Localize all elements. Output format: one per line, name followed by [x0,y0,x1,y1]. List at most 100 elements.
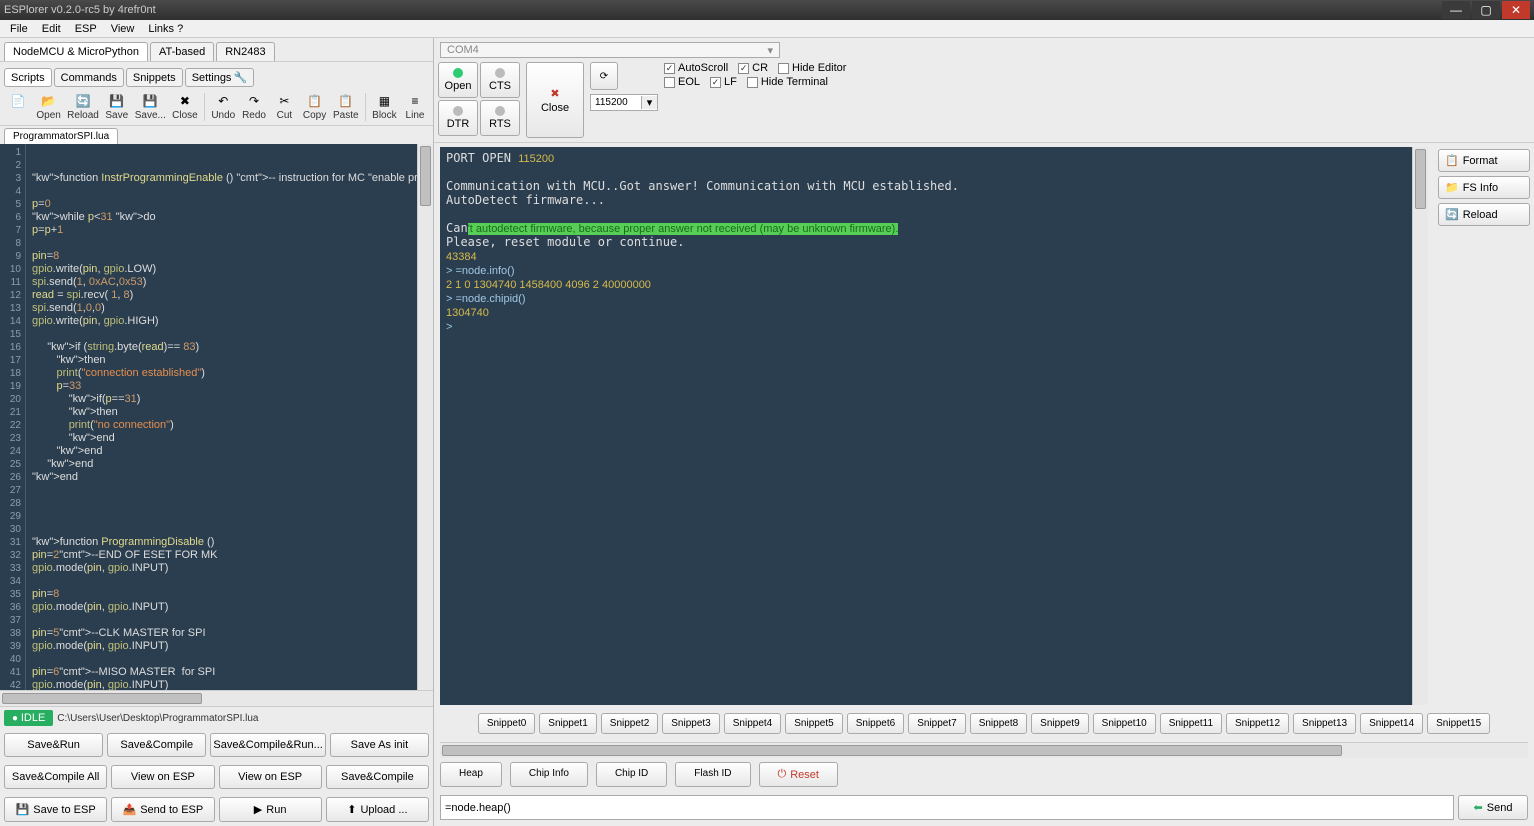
snippet-6[interactable]: Snippet6 [847,713,904,734]
file-path: C:\Users\User\Desktop\ProgrammatorSPI.lu… [57,713,258,724]
menu-file[interactable]: File [4,22,34,36]
send-button[interactable]: ⬅Send [1458,795,1528,820]
dtr-button[interactable]: DTR [438,100,478,136]
menu-links[interactable]: Links ? [142,22,189,36]
action-run[interactable]: ▶Run [219,797,322,822]
baud-select[interactable]: ▾ [590,94,658,111]
snippet-4[interactable]: Snippet4 [724,713,781,734]
redo-icon: ↷ [246,93,262,109]
snippet-11[interactable]: Snippet11 [1160,713,1222,734]
editor-scrollbar-h[interactable] [0,690,433,706]
autoscroll-checkbox[interactable]: ✓AutoScroll [664,62,728,74]
action-savecompile[interactable]: Save&Compile [107,733,206,757]
cr-checkbox[interactable]: ✓CR [738,62,768,74]
lf-checkbox[interactable]: ✓LF [710,76,737,88]
open-led-icon [453,68,463,78]
action-sendtoesp[interactable]: 📤Send to ESP [111,797,214,822]
code-content[interactable]: "kw">function InstrProgrammingEnable () … [26,144,433,690]
mode-tab-2[interactable]: RN2483 [216,42,274,61]
action-savecompileall[interactable]: Save&Compile All [4,765,107,789]
hideeditor-checkbox[interactable]: Hide Editor [778,62,846,74]
maximize-button[interactable]: ▢ [1472,1,1500,19]
eol-checkbox[interactable]: EOL [664,76,700,88]
snippet-10[interactable]: Snippet10 [1093,713,1156,734]
snippet-5[interactable]: Snippet5 [785,713,842,734]
action-savecompile[interactable]: Save&Compile [326,765,429,789]
close-window-button[interactable]: ✕ [1502,1,1530,19]
action-upload[interactable]: ⬆Upload ... [326,797,429,822]
toolbar-reload[interactable]: 🔄Reload [65,91,101,123]
sub-tab-snippets[interactable]: Snippets [126,68,183,87]
action-viewonesp[interactable]: View on ESP [219,765,322,789]
file-tab[interactable]: ProgrammatorSPI.lua [4,128,118,144]
menu-esp[interactable]: ESP [69,22,103,36]
action-buttons-2: Save&Compile AllView on ESPView on ESPSa… [0,761,433,793]
reload-icon: 🔄 [1445,208,1459,221]
editor-scrollbar-v[interactable] [417,144,433,690]
cts-button[interactable]: CTS [480,62,520,98]
action-savetoesp[interactable]: 💾Save to ESP [4,797,107,822]
snippet-buttons: Snippet0Snippet1Snippet2Snippet3Snippet4… [434,705,1534,742]
sub-tab-commands[interactable]: Commands [54,68,124,87]
toolbar-undo[interactable]: ↶Undo [209,91,238,123]
toolbar-line[interactable]: ≡Line [401,91,429,123]
code-editor[interactable]: 1234567891011121314151617181920212223242… [0,144,433,690]
snippet-12[interactable]: Snippet12 [1226,713,1289,734]
port-select[interactable]: COM4 ▾ [440,42,780,58]
mode-tab-1[interactable]: AT-based [150,42,214,61]
snippet-8[interactable]: Snippet8 [970,713,1027,734]
info-chipid[interactable]: Chip ID [596,762,667,787]
toolbar-new[interactable]: 📄 [4,91,32,123]
snippet-1[interactable]: Snippet1 [539,713,596,734]
terminal-scrollbar-v[interactable] [1412,147,1428,705]
snippet-7[interactable]: Snippet7 [908,713,965,734]
snippet-14[interactable]: Snippet14 [1360,713,1423,734]
reset-button[interactable]: ⏻Reset [759,762,838,787]
dtr-led-icon [453,106,463,116]
action-savecompilerun[interactable]: Save&Compile&Run... [210,733,325,757]
toolbar-open[interactable]: 📂Open [34,91,63,123]
snippet-2[interactable]: Snippet2 [601,713,658,734]
sub-tab-scripts[interactable]: Scripts [4,68,52,87]
snippet-9[interactable]: Snippet9 [1031,713,1088,734]
close-port-button[interactable]: ✖Close [526,62,584,138]
action-saveasinit[interactable]: Save As init [330,733,429,757]
toolbar-save[interactable]: 💾Save... [133,91,168,123]
side-reload[interactable]: 🔄Reload [1438,203,1530,226]
snippet-13[interactable]: Snippet13 [1293,713,1356,734]
action-saverun[interactable]: Save&Run [4,733,103,757]
undo-icon: ↶ [215,93,231,109]
action-viewonesp[interactable]: View on ESP [111,765,214,789]
menu-view[interactable]: View [105,22,141,36]
toolbar-paste[interactable]: 📋Paste [331,91,361,123]
toolbar-save[interactable]: 💾Save [103,91,131,123]
minimize-button[interactable]: — [1442,1,1470,19]
toolbar-copy[interactable]: 📋Copy [300,91,328,123]
refresh-port-button[interactable]: ⟳ [590,62,618,90]
info-buttons: Heap Chip Info Chip ID Flash ID ⏻Reset [434,758,1534,791]
rts-button[interactable]: RTS [480,100,520,136]
side-fsinfo[interactable]: 📁FS Info [1438,176,1530,199]
open-port-button[interactable]: Open [438,62,478,98]
btn-icon: 💾 [16,803,30,816]
sub-tab-settings[interactable]: Settings🔧 [185,68,254,87]
snippet-15[interactable]: Snippet15 [1427,713,1490,734]
mode-tab-0[interactable]: NodeMCU & MicroPython [4,42,148,61]
hideterminal-checkbox[interactable]: Hide Terminal [747,76,828,88]
snippet-scrollbar-h[interactable] [440,742,1528,758]
close-icon: ✖ [177,93,193,109]
toolbar-block[interactable]: ▦Block [370,91,399,123]
info-heap[interactable]: Heap [440,762,502,787]
command-input[interactable] [440,795,1454,820]
toolbar-cut[interactable]: ✂Cut [270,91,298,123]
info-chipinfo[interactable]: Chip Info [510,762,588,787]
toolbar-redo[interactable]: ↷Redo [240,91,269,123]
toolbar-close[interactable]: ✖Close [170,91,200,123]
terminal[interactable]: PORT OPEN 115200Communication with MCU..… [440,147,1428,705]
action-buttons-1: Save&RunSave&CompileSave&Compile&Run...S… [0,729,433,761]
side-format[interactable]: 📋Format [1438,149,1530,172]
menu-edit[interactable]: Edit [36,22,67,36]
info-flashid[interactable]: Flash ID [675,762,750,787]
snippet-3[interactable]: Snippet3 [662,713,719,734]
snippet-0[interactable]: Snippet0 [478,713,535,734]
